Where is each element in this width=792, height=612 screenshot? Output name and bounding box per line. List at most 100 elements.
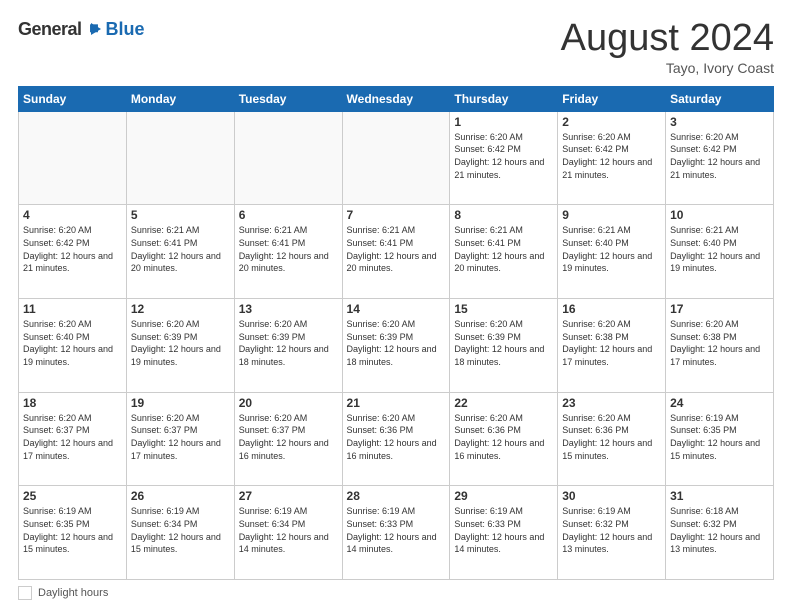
table-row xyxy=(342,111,450,205)
day-number: 23 xyxy=(562,396,661,410)
calendar-week-row: 11 Sunrise: 6:20 AM Sunset: 6:40 PM Dayli… xyxy=(19,299,774,393)
day-info: Sunrise: 6:20 AM Sunset: 6:37 PM Dayligh… xyxy=(23,412,122,462)
day-number: 24 xyxy=(670,396,769,410)
col-friday: Friday xyxy=(558,86,666,111)
table-row: 31Sunrise: 6:18 AM Sunset: 6:32 PM Dayli… xyxy=(666,486,774,580)
logo-general: General xyxy=(18,19,82,40)
day-info: Sunrise: 6:20 AM Sunset: 6:40 PM Dayligh… xyxy=(23,318,122,368)
table-row xyxy=(19,111,127,205)
col-wednesday: Wednesday xyxy=(342,86,450,111)
day-number: 5 xyxy=(131,208,230,222)
table-row: 2 Sunrise: 6:20 AM Sunset: 6:42 PM Daylig… xyxy=(558,111,666,205)
calendar-header-row: Sunday Monday Tuesday Wednesday Thursday… xyxy=(19,86,774,111)
footer: Daylight hours xyxy=(18,586,774,600)
day-info: Sunrise: 6:19 AM Sunset: 6:33 PM Dayligh… xyxy=(347,505,446,555)
day-number: 3 xyxy=(670,115,769,129)
day-number: 27 xyxy=(239,489,338,503)
logo-icon xyxy=(83,18,105,40)
header: General Blue August 2024 Tayo, Ivory Coa… xyxy=(18,18,774,76)
daylight-label: Daylight hours xyxy=(38,587,108,599)
day-info: Sunrise: 6:19 AM Sunset: 6:33 PM Dayligh… xyxy=(454,505,553,555)
day-number: 10 xyxy=(670,208,769,222)
day-number: 20 xyxy=(239,396,338,410)
day-number: 15 xyxy=(454,302,553,316)
col-thursday: Thursday xyxy=(450,86,558,111)
table-row: 5Sunrise: 6:21 AM Sunset: 6:41 PM Daylig… xyxy=(126,205,234,299)
day-number: 28 xyxy=(347,489,446,503)
day-info: Sunrise: 6:19 AM Sunset: 6:34 PM Dayligh… xyxy=(131,505,230,555)
location: Tayo, Ivory Coast xyxy=(561,60,774,76)
day-number: 29 xyxy=(454,489,553,503)
table-row: 3 Sunrise: 6:20 AM Sunset: 6:42 PM Daylig… xyxy=(666,111,774,205)
day-info: Sunrise: 6:19 AM Sunset: 6:35 PM Dayligh… xyxy=(670,412,769,462)
table-row: 23 Sunrise: 6:20 AM Sunset: 6:36 PM Dayli… xyxy=(558,392,666,486)
table-row: 15 Sunrise: 6:20 AM Sunset: 6:39 PM Dayli… xyxy=(450,299,558,393)
day-info: Sunrise: 6:20 AM Sunset: 6:39 PM Dayligh… xyxy=(347,318,446,368)
day-info: Sunrise: 6:20 AM Sunset: 6:42 PM Dayligh… xyxy=(670,131,769,181)
day-number: 7 xyxy=(347,208,446,222)
table-row: 16 Sunrise: 6:20 AM Sunset: 6:38 PM Dayli… xyxy=(558,299,666,393)
calendar-week-row: 25 Sunrise: 6:19 AM Sunset: 6:35 PM Dayli… xyxy=(19,486,774,580)
col-sunday: Sunday xyxy=(19,86,127,111)
calendar-week-row: 4Sunrise: 6:20 AM Sunset: 6:42 PM Daylig… xyxy=(19,205,774,299)
day-info: Sunrise: 6:20 AM Sunset: 6:38 PM Dayligh… xyxy=(670,318,769,368)
day-info: Sunrise: 6:20 AM Sunset: 6:36 PM Dayligh… xyxy=(347,412,446,462)
day-info: Sunrise: 6:21 AM Sunset: 6:40 PM Dayligh… xyxy=(562,224,661,274)
day-number: 1 xyxy=(454,115,553,129)
day-info: Sunrise: 6:21 AM Sunset: 6:40 PM Dayligh… xyxy=(670,224,769,274)
day-number: 14 xyxy=(347,302,446,316)
table-row: 14 Sunrise: 6:20 AM Sunset: 6:39 PM Dayli… xyxy=(342,299,450,393)
calendar-table: Sunday Monday Tuesday Wednesday Thursday… xyxy=(18,86,774,580)
table-row: 24 Sunrise: 6:19 AM Sunset: 6:35 PM Dayli… xyxy=(666,392,774,486)
day-info: Sunrise: 6:19 AM Sunset: 6:34 PM Dayligh… xyxy=(239,505,338,555)
logo-text: General Blue xyxy=(18,18,145,40)
day-number: 11 xyxy=(23,302,122,316)
day-info: Sunrise: 6:20 AM Sunset: 6:38 PM Dayligh… xyxy=(562,318,661,368)
table-row: 9 Sunrise: 6:21 AM Sunset: 6:40 PM Daylig… xyxy=(558,205,666,299)
day-number: 25 xyxy=(23,489,122,503)
logo: General Blue xyxy=(18,18,145,40)
table-row: 4Sunrise: 6:20 AM Sunset: 6:42 PM Daylig… xyxy=(19,205,127,299)
table-row: 7 Sunrise: 6:21 AM Sunset: 6:41 PM Daylig… xyxy=(342,205,450,299)
day-number: 18 xyxy=(23,396,122,410)
day-info: Sunrise: 6:20 AM Sunset: 6:39 PM Dayligh… xyxy=(454,318,553,368)
table-row: 27 Sunrise: 6:19 AM Sunset: 6:34 PM Dayli… xyxy=(234,486,342,580)
day-info: Sunrise: 6:20 AM Sunset: 6:42 PM Dayligh… xyxy=(454,131,553,181)
day-info: Sunrise: 6:19 AM Sunset: 6:35 PM Dayligh… xyxy=(23,505,122,555)
day-info: Sunrise: 6:21 AM Sunset: 6:41 PM Dayligh… xyxy=(454,224,553,274)
table-row: 21 Sunrise: 6:20 AM Sunset: 6:36 PM Dayli… xyxy=(342,392,450,486)
month-title: August 2024 xyxy=(561,18,774,60)
table-row: 29 Sunrise: 6:19 AM Sunset: 6:33 PM Dayli… xyxy=(450,486,558,580)
logo-blue: Blue xyxy=(106,19,145,40)
day-number: 2 xyxy=(562,115,661,129)
day-number: 16 xyxy=(562,302,661,316)
table-row: 10 Sunrise: 6:21 AM Sunset: 6:40 PM Dayli… xyxy=(666,205,774,299)
day-number: 13 xyxy=(239,302,338,316)
table-row: 12 Sunrise: 6:20 AM Sunset: 6:39 PM Dayli… xyxy=(126,299,234,393)
table-row: 6Sunrise: 6:21 AM Sunset: 6:41 PM Daylig… xyxy=(234,205,342,299)
col-saturday: Saturday xyxy=(666,86,774,111)
day-number: 21 xyxy=(347,396,446,410)
day-info: Sunrise: 6:21 AM Sunset: 6:41 PM Dayligh… xyxy=(347,224,446,274)
day-number: 19 xyxy=(131,396,230,410)
day-number: 12 xyxy=(131,302,230,316)
day-number: 8 xyxy=(454,208,553,222)
title-area: August 2024 Tayo, Ivory Coast xyxy=(561,18,774,76)
day-info: Sunrise: 6:20 AM Sunset: 6:39 PM Dayligh… xyxy=(131,318,230,368)
day-info: Sunrise: 6:20 AM Sunset: 6:37 PM Dayligh… xyxy=(131,412,230,462)
table-row: 8 Sunrise: 6:21 AM Sunset: 6:41 PM Daylig… xyxy=(450,205,558,299)
table-row: 20Sunrise: 6:20 AM Sunset: 6:37 PM Dayli… xyxy=(234,392,342,486)
table-row: 28 Sunrise: 6:19 AM Sunset: 6:33 PM Dayli… xyxy=(342,486,450,580)
day-number: 22 xyxy=(454,396,553,410)
page: General Blue August 2024 Tayo, Ivory Coa… xyxy=(0,0,792,612)
table-row: 26Sunrise: 6:19 AM Sunset: 6:34 PM Dayli… xyxy=(126,486,234,580)
day-number: 17 xyxy=(670,302,769,316)
day-info: Sunrise: 6:20 AM Sunset: 6:39 PM Dayligh… xyxy=(239,318,338,368)
day-info: Sunrise: 6:20 AM Sunset: 6:36 PM Dayligh… xyxy=(562,412,661,462)
calendar-week-row: 18 Sunrise: 6:20 AM Sunset: 6:37 PM Dayli… xyxy=(19,392,774,486)
day-number: 9 xyxy=(562,208,661,222)
day-info: Sunrise: 6:20 AM Sunset: 6:42 PM Dayligh… xyxy=(562,131,661,181)
day-number: 30 xyxy=(562,489,661,503)
table-row: 13 Sunrise: 6:20 AM Sunset: 6:39 PM Dayli… xyxy=(234,299,342,393)
table-row: 1 Sunrise: 6:20 AM Sunset: 6:42 PM Daylig… xyxy=(450,111,558,205)
